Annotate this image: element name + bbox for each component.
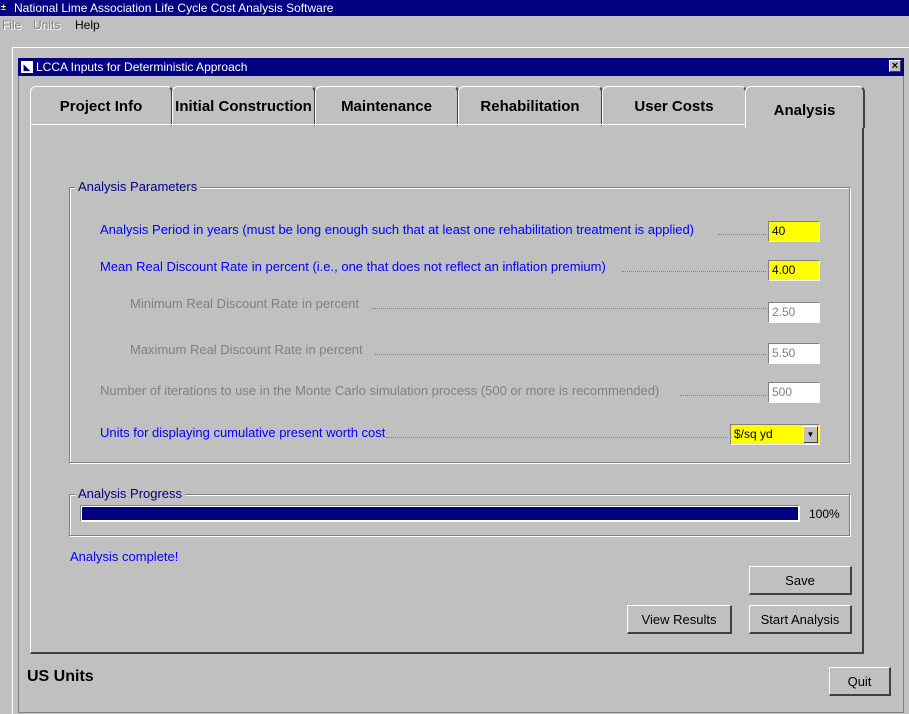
display-units-value: $/sq yd <box>734 427 773 441</box>
mean-discount-rate-input[interactable]: 4.00 <box>768 260 820 281</box>
analysis-period-label: Analysis Period in years (must be long e… <box>100 222 695 237</box>
iterations-input[interactable]: 500 <box>768 382 820 403</box>
tab-project-info[interactable]: Project Info <box>30 86 173 126</box>
tab-initial-construction[interactable]: Initial Construction <box>172 86 316 126</box>
quit-button[interactable]: Quit <box>829 667 891 696</box>
units-indicator: US Units <box>27 668 94 685</box>
view-results-button-label: View Results <box>641 612 717 627</box>
max-discount-rate-label: Maximum Real Discount Rate in percent <box>130 342 363 357</box>
save-button-label: Save <box>785 573 815 588</box>
tab-maintenance[interactable]: Maintenance <box>315 86 459 126</box>
quit-button-label: Quit <box>847 674 872 689</box>
iterations-leader <box>680 395 766 396</box>
menu-help[interactable]: Help <box>75 17 100 33</box>
tab-rehabilitation[interactable]: Rehabilitation <box>458 86 603 126</box>
mean-discount-rate-leader <box>622 271 766 272</box>
chevron-down-icon[interactable]: ▼ <box>803 426 818 443</box>
display-units-leader <box>386 437 728 438</box>
menu-file[interactable]: File <box>2 17 21 33</box>
min-discount-rate-input[interactable]: 2.50 <box>768 302 820 323</box>
min-discount-rate-leader <box>372 308 766 309</box>
app-icon: ± <box>1 2 6 12</box>
analysis-progress-fill <box>82 507 798 520</box>
max-discount-rate-input[interactable]: 5.50 <box>768 343 820 364</box>
window-title-bar: ◣ LCCA Inputs for Deterministic Approach… <box>18 58 904 76</box>
status-message: Analysis complete! <box>70 549 179 564</box>
analysis-parameters-label: Analysis Parameters <box>75 179 201 194</box>
display-units-select[interactable]: $/sq yd ▼ <box>730 424 820 445</box>
analysis-progress-bar <box>80 505 800 522</box>
display-units-label: Units for displaying cumulative present … <box>100 425 386 440</box>
window-title: LCCA Inputs for Deterministic Approach <box>36 60 248 74</box>
analysis-period-input[interactable]: 40 <box>768 221 820 242</box>
analysis-progress-percent: 100% <box>809 507 840 521</box>
analysis-period-leader <box>718 234 766 235</box>
start-analysis-button-label: Start Analysis <box>760 612 840 627</box>
start-analysis-button[interactable]: Start Analysis <box>749 605 852 634</box>
analysis-progress-label: Analysis Progress <box>75 486 186 501</box>
app-title-bar: ± National Lime Association Life Cycle C… <box>0 0 909 16</box>
app-title: National Lime Association Life Cycle Cos… <box>14 1 334 15</box>
tab-analysis[interactable]: Analysis <box>745 86 865 128</box>
menu-units[interactable]: Units <box>33 17 60 33</box>
tab-user-costs[interactable]: User Costs <box>602 86 747 126</box>
menu-bar: File Units Help <box>0 16 909 34</box>
mean-discount-rate-label: Mean Real Discount Rate in percent (i.e.… <box>100 259 606 274</box>
min-discount-rate-label: Minimum Real Discount Rate in percent <box>130 296 360 311</box>
save-button[interactable]: Save <box>749 566 852 595</box>
iterations-label: Number of iterations to use in the Monte… <box>100 383 660 398</box>
max-discount-rate-leader <box>375 354 766 355</box>
window-close-button[interactable]: × <box>889 60 901 72</box>
window-icon: ◣ <box>21 61 33 73</box>
view-results-button[interactable]: View Results <box>627 605 732 634</box>
